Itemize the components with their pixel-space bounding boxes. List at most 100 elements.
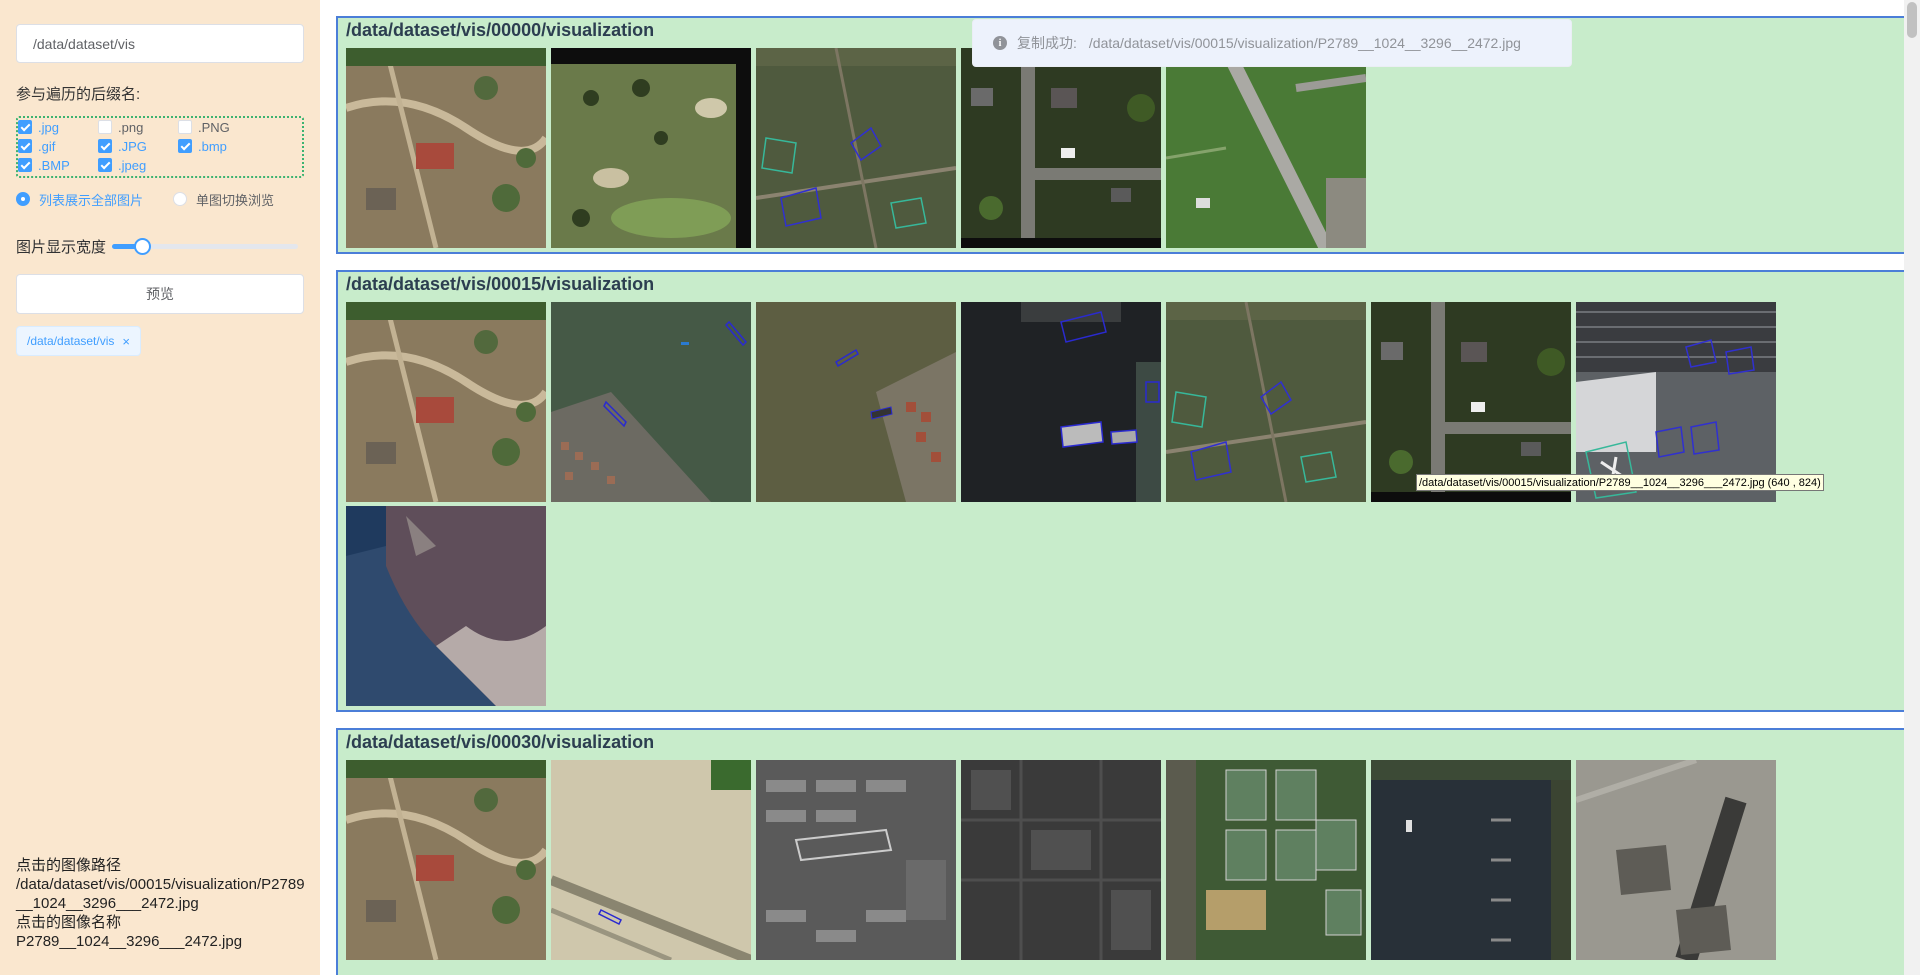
clicked-name-label: 点击的图像名称 bbox=[16, 914, 122, 931]
extension-checkbox[interactable]: .PNG bbox=[178, 118, 230, 136]
checkbox-box[interactable] bbox=[98, 139, 112, 153]
extension-label: .bmp bbox=[198, 138, 227, 154]
extension-label: .gif bbox=[38, 138, 56, 154]
extension-checkbox[interactable]: .bmp bbox=[178, 137, 227, 155]
aerial-image[interactable] bbox=[346, 302, 546, 502]
toast-message: 复制成功: bbox=[1017, 35, 1077, 51]
aerial-image[interactable] bbox=[1371, 302, 1571, 502]
clicked-path-value: /data/dataset/vis/00015/visualization/P2… bbox=[16, 876, 305, 912]
path-input[interactable]: /data/dataset/vis bbox=[16, 24, 304, 63]
clicked-path-label: 点击的图像路径 bbox=[16, 857, 122, 874]
aerial-image[interactable] bbox=[551, 48, 751, 248]
image-thumbnail[interactable] bbox=[756, 760, 956, 960]
view-mode-radio-group: 列表展示全部图片 单图切换浏览 bbox=[16, 190, 304, 208]
info-icon: i bbox=[993, 36, 1007, 50]
image-thumbnail[interactable] bbox=[346, 302, 546, 502]
image-thumbnail[interactable] bbox=[961, 48, 1161, 248]
image-thumbnail[interactable] bbox=[346, 48, 546, 248]
folder-title: /data/dataset/vis/00015/visualization bbox=[346, 274, 655, 294]
extension-label: .jpeg bbox=[118, 157, 147, 173]
folder-group: /data/dataset/vis/00030/visualization bbox=[336, 728, 1920, 975]
aerial-image[interactable] bbox=[1166, 302, 1366, 502]
aerial-image[interactable] bbox=[961, 302, 1161, 502]
radio-dot[interactable] bbox=[16, 192, 30, 206]
aerial-image[interactable] bbox=[346, 48, 546, 248]
checkbox-box[interactable] bbox=[18, 139, 32, 153]
radio-list-all[interactable]: 列表展示全部图片 bbox=[16, 190, 143, 209]
extension-label: .png bbox=[118, 119, 144, 135]
aerial-image[interactable] bbox=[1576, 760, 1776, 960]
aerial-image[interactable] bbox=[346, 506, 546, 706]
vertical-scrollbar[interactable] bbox=[1904, 0, 1920, 975]
folder-title: /data/dataset/vis/00000/visualization bbox=[346, 20, 655, 40]
image-thumbnail[interactable] bbox=[756, 302, 956, 502]
extension-label: .jpg bbox=[38, 119, 59, 135]
extension-label: .JPG bbox=[118, 138, 147, 154]
radio-dot[interactable] bbox=[173, 192, 187, 206]
aerial-image[interactable] bbox=[756, 302, 956, 502]
extension-checkbox[interactable]: .jpeg bbox=[98, 156, 146, 174]
image-thumbnail[interactable] bbox=[551, 302, 751, 502]
image-width-row: 图片显示宽度 bbox=[16, 236, 304, 256]
extension-checkbox[interactable]: .BMP bbox=[18, 156, 70, 174]
image-thumbnail[interactable] bbox=[961, 760, 1161, 960]
gallery-area: /data/dataset/vis/00000/visualization /d… bbox=[320, 0, 1920, 975]
aerial-image[interactable] bbox=[961, 760, 1161, 960]
image-thumbnail[interactable] bbox=[551, 48, 751, 248]
extension-checkbox[interactable]: .png bbox=[98, 118, 143, 136]
path-tag-label: /data/dataset/vis bbox=[27, 334, 115, 348]
folder-group: /data/dataset/vis/00015/visualization bbox=[336, 270, 1920, 712]
image-thumbnail[interactable] bbox=[1166, 302, 1366, 502]
close-icon[interactable]: × bbox=[122, 334, 130, 349]
checkbox-box[interactable] bbox=[178, 120, 192, 134]
extension-checkbox[interactable]: .gif bbox=[18, 137, 55, 155]
aerial-image[interactable] bbox=[756, 760, 956, 960]
copy-success-toast: i 复制成功: /data/dataset/vis/00015/visualiz… bbox=[972, 19, 1572, 67]
aerial-image[interactable] bbox=[551, 760, 751, 960]
image-thumbnail[interactable] bbox=[1371, 760, 1571, 960]
checkbox-box[interactable] bbox=[178, 139, 192, 153]
checkbox-box[interactable] bbox=[98, 120, 112, 134]
image-thumbnail[interactable] bbox=[346, 760, 546, 960]
aerial-image[interactable] bbox=[346, 760, 546, 960]
checkbox-box[interactable] bbox=[18, 158, 32, 172]
image-thumbnail[interactable] bbox=[551, 760, 751, 960]
clicked-name-value: P2789__1024__3296___2472.jpg bbox=[16, 933, 243, 950]
path-tag: /data/dataset/vis × bbox=[16, 326, 141, 356]
radio-single-view[interactable]: 单图切换浏览 bbox=[173, 190, 274, 209]
image-width-label: 图片显示宽度 bbox=[16, 238, 107, 256]
image-tooltip: /data/dataset/vis/00015/visualization/P2… bbox=[1416, 474, 1824, 491]
sidebar: /data/dataset/vis 参与遍历的后缀名: .jpg .png .PNG… bbox=[0, 0, 320, 975]
aerial-image[interactable] bbox=[1371, 760, 1571, 960]
extension-checkbox-group: .jpg .png .PNG .gif .JPG .bmp .BMP .jpeg bbox=[16, 116, 304, 178]
extension-label: .BMP bbox=[38, 157, 70, 173]
image-thumbnail[interactable] bbox=[1576, 302, 1776, 502]
image-thumbnail[interactable] bbox=[1166, 48, 1366, 248]
aerial-image[interactable] bbox=[1166, 48, 1366, 248]
aerial-image[interactable] bbox=[756, 48, 956, 248]
aerial-image[interactable] bbox=[551, 302, 751, 502]
toast-path: /data/dataset/vis/00015/visualization/P2… bbox=[1088, 35, 1521, 51]
image-thumbnail[interactable] bbox=[1576, 760, 1776, 960]
slider-handle[interactable] bbox=[133, 238, 151, 255]
aerial-image[interactable] bbox=[1576, 302, 1776, 502]
extension-label: .PNG bbox=[198, 119, 230, 135]
folder-title: /data/dataset/vis/00030/visualization bbox=[346, 732, 655, 752]
checkbox-box[interactable] bbox=[18, 120, 32, 134]
extension-checkbox[interactable]: .jpg bbox=[18, 118, 59, 136]
preview-button[interactable]: 预览 bbox=[16, 274, 304, 314]
image-thumbnail[interactable] bbox=[346, 506, 546, 706]
image-width-slider[interactable] bbox=[112, 236, 299, 256]
image-thumbnail[interactable] bbox=[1166, 760, 1366, 960]
image-thumbnail[interactable] bbox=[961, 302, 1161, 502]
suffix-label: 参与遍历的后缀名: bbox=[16, 86, 141, 103]
radio-single-view-label: 单图切换浏览 bbox=[196, 192, 275, 208]
aerial-image[interactable] bbox=[961, 48, 1161, 248]
extension-checkbox[interactable]: .JPG bbox=[98, 137, 147, 155]
checkbox-box[interactable] bbox=[98, 158, 112, 172]
aerial-image[interactable] bbox=[1166, 760, 1366, 960]
image-thumbnail[interactable] bbox=[756, 48, 956, 248]
scrollbar-thumb[interactable] bbox=[1907, 2, 1917, 38]
image-thumbnail[interactable] bbox=[1371, 302, 1571, 502]
clicked-image-info: 点击的图像路径 /data/dataset/vis/00015/visualiz… bbox=[16, 856, 306, 951]
